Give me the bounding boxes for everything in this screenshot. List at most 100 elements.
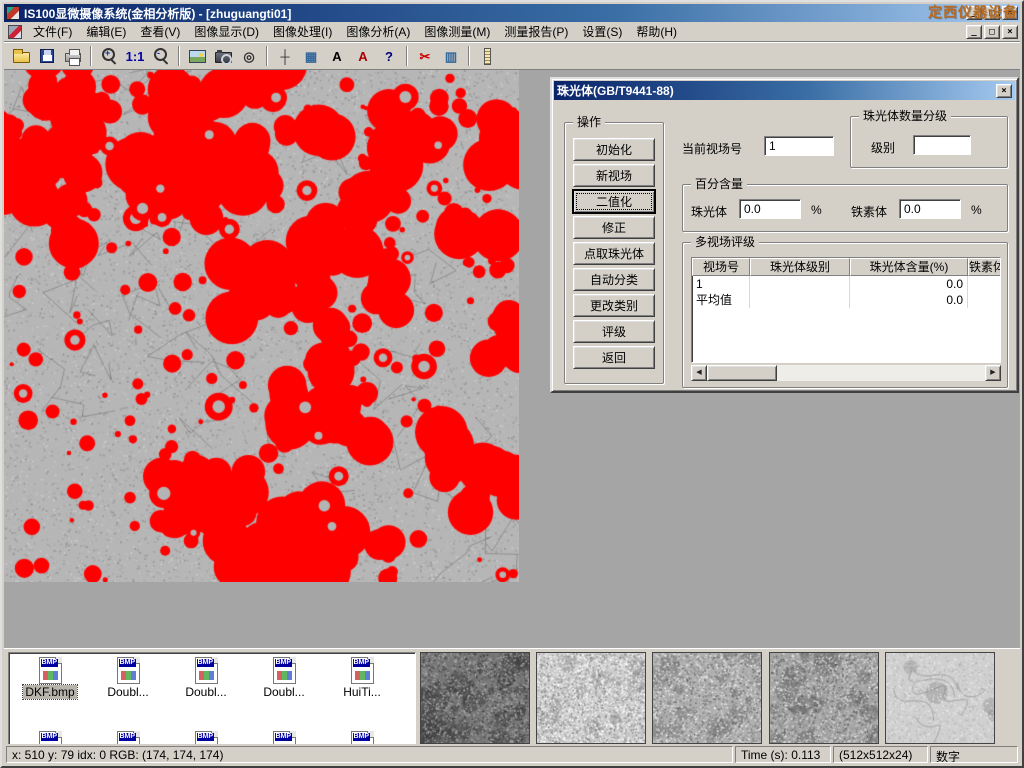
table-header-cell[interactable]: 珠光体含量(%) (850, 258, 968, 276)
scrollbar-track[interactable] (777, 365, 985, 381)
print-button[interactable] (60, 45, 86, 68)
capture-target-button[interactable]: ◎ (236, 45, 262, 68)
status-time: Time (s): 0.113 (735, 746, 831, 763)
file-item[interactable]: BMPDoubl... (169, 655, 243, 702)
correct-button[interactable]: 修正 (573, 216, 655, 239)
bmp-tag: BMP (275, 659, 293, 667)
bmp-tag: BMP (353, 659, 371, 667)
rate-button[interactable]: 评级 (573, 320, 655, 343)
menu-bar: 文件(F)编辑(E)查看(V)图像显示(D)图像处理(I)图像分析(A)图像测量… (4, 22, 1020, 42)
thumbnail-2[interactable] (536, 652, 646, 744)
menu-item[interactable]: 编辑(E) (79, 20, 133, 43)
bmp-tag: BMP (119, 659, 137, 667)
micrograph-image[interactable] (4, 70, 519, 582)
file-label[interactable]: DKF.bmp (23, 685, 76, 699)
menu-item[interactable]: 查看(V) (133, 20, 187, 43)
open-button[interactable] (8, 45, 34, 68)
file-item[interactable]: BMP Doubl... (247, 655, 321, 702)
scroll-left-icon[interactable]: ◀ (691, 365, 707, 381)
scroll-right-icon[interactable]: ▶ (985, 365, 1001, 381)
image-display-button[interactable] (184, 45, 210, 68)
mdi-minimize-button[interactable]: _ (966, 25, 982, 39)
table-header-cell[interactable]: 珠光体级别 (750, 258, 850, 276)
save-icon (40, 49, 54, 63)
table-header-cell[interactable]: 铁素体含量(%) (968, 258, 1001, 276)
menu-item[interactable]: 图像显示(D) (187, 20, 266, 43)
binarize-button[interactable]: 二值化 (573, 190, 655, 213)
menu-item[interactable]: 图像测量(M) (417, 20, 497, 43)
thumbnail-3[interactable] (652, 652, 762, 744)
actual-size-icon: 1:1 (126, 50, 145, 63)
zoom-in-button[interactable]: + (96, 45, 122, 68)
table-cell (750, 292, 850, 308)
mdi-restore-button[interactable]: □ (984, 25, 1000, 39)
pearlite-percent-input[interactable] (739, 199, 801, 219)
table-row[interactable]: 平均值0.0 (692, 292, 1000, 308)
toolbar-separator (266, 46, 268, 66)
grading-group: 珠光体数量分级 级别 (850, 116, 1008, 168)
table-cell (968, 292, 1001, 308)
change-class-button[interactable]: 更改类别 (573, 294, 655, 317)
overlay-grid-button[interactable]: ▥ (438, 45, 464, 68)
percent-group-label: 百分含量 (691, 177, 747, 191)
file-item[interactable]: BMP Doubl... (91, 655, 165, 702)
file-item[interactable]: BMP HuiTi... (325, 655, 399, 702)
current-field-input[interactable] (764, 136, 834, 156)
zoom-out-button[interactable]: - (148, 45, 174, 68)
table-row[interactable]: 10.0 (692, 276, 1000, 292)
auto-classify-button[interactable]: 自动分类 (573, 268, 655, 291)
dialog-title-bar[interactable]: 珠光体(GB/T9441-88) × (554, 81, 1015, 100)
app-icon (6, 6, 20, 20)
thumbnail-4[interactable] (769, 652, 879, 744)
menu-item[interactable]: 图像处理(I) (266, 20, 339, 43)
camera-capture-button[interactable] (210, 45, 236, 68)
table-header-cell[interactable]: 视场号 (692, 258, 750, 276)
file-label[interactable]: HuiTi... (341, 685, 383, 699)
thumbnail-1[interactable] (420, 652, 530, 744)
table-h-scrollbar[interactable]: ◀ ▶ (691, 365, 1001, 381)
measure-grid-button[interactable]: ▦ (298, 45, 324, 68)
menu-item[interactable]: 测量报告(P) (497, 20, 575, 43)
table-cell (968, 276, 1001, 292)
mdi-close-button[interactable]: × (1002, 25, 1018, 39)
font-style-button[interactable]: A (350, 45, 376, 68)
new-field-button[interactable]: 新视场 (573, 164, 655, 187)
vertical-ruler-button[interactable] (474, 45, 500, 68)
menu-item[interactable]: 帮助(H) (629, 20, 684, 43)
main-window: IS100显微摄像系统(金相分析版) - [zhuguangti01] _ □ … (0, 0, 1024, 768)
cut-button[interactable]: ✂ (412, 45, 438, 68)
menu-item[interactable]: 图像分析(A) (339, 20, 417, 43)
table-cell: 0.0 (850, 292, 968, 308)
file-item[interactable]: BMP DKF.bmp (13, 655, 87, 702)
return-button[interactable]: 返回 (573, 346, 655, 369)
thumbnail-5[interactable] (885, 652, 995, 744)
dialog-title: 珠光体(GB/T9441-88) (557, 82, 996, 99)
ferrite-percent-sign: % (971, 203, 982, 217)
save-button[interactable] (34, 45, 60, 68)
bmp-tag: BMP (41, 659, 59, 667)
menu-item[interactable]: 文件(F) (26, 20, 79, 43)
measure-cross-button[interactable]: ┼ (272, 45, 298, 68)
grade-input[interactable] (913, 135, 971, 155)
rating-table-header: 视场号珠光体级别珠光体含量(%)铁素体含量(%) (692, 258, 1000, 276)
image-display-icon (189, 50, 206, 63)
actual-size-button[interactable]: 1:1 (122, 45, 148, 68)
grading-group-label: 珠光体数量分级 (859, 109, 951, 123)
menu-item[interactable]: 设置(S) (575, 20, 629, 43)
file-label[interactable]: Doubl... (105, 685, 150, 699)
dialog-close-button[interactable]: × (996, 84, 1012, 98)
filmstrip: BMPDKF.bmpBMPDoubl...BMPDoubl...BMPDoubl… (4, 648, 1020, 748)
vertical-ruler-icon (484, 48, 491, 65)
annotate-text-icon: A (332, 50, 341, 63)
annotate-text-button[interactable]: A (324, 45, 350, 68)
multifield-group: 多视场评级 视场号珠光体级别珠光体含量(%)铁素体含量(%) 10.0平均值0.… (682, 242, 1008, 388)
ferrite-percent-input[interactable] (899, 199, 961, 219)
vendor-watermark: 定西仪器设备 (928, 2, 1018, 22)
initialize-button[interactable]: 初始化 (573, 138, 655, 161)
file-label[interactable]: Doubl... (261, 685, 306, 699)
scrollbar-thumb[interactable] (707, 365, 777, 381)
file-label[interactable]: Doubl... (183, 685, 228, 699)
cut-icon: ✂ (420, 50, 431, 63)
pick-pearlite-button[interactable]: 点取珠光体 (573, 242, 655, 265)
help-button[interactable]: ? (376, 45, 402, 68)
